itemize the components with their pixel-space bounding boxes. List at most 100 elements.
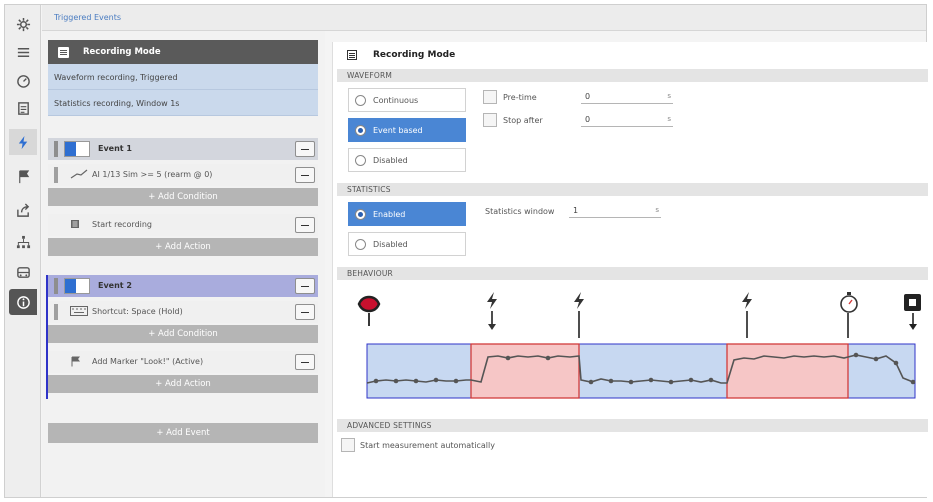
gauge-icon[interactable] [9,67,37,93]
drag-handle[interactable] [54,278,58,294]
events-panel: Recording Mode Waveform recording, Trigg… [42,31,325,497]
remove-action-button[interactable] [295,354,315,370]
pre-time-value: 0 [585,92,591,101]
option-label: Event based [373,126,423,135]
statistics-window-label: Statistics window [485,207,555,216]
statistics-window-input[interactable]: 1 s [569,206,661,218]
waveform-section-header: WAVEFORM [337,69,928,82]
flag-icon[interactable] [9,163,37,189]
statistics-section-header: STATISTICS [337,183,928,196]
trigger-bolt-1 [487,292,497,330]
behaviour-diagram [357,292,921,399]
keyboard-icon [70,306,88,319]
action-label: Start recording [92,220,153,229]
start-trigger-icon [357,295,381,326]
car-icon[interactable] [9,259,37,285]
add-action-button[interactable]: + Add Action [48,238,318,256]
remove-action-button[interactable] [295,217,315,233]
event-header[interactable]: Event 1 [48,138,318,160]
condition-label: AI 1/13 Sim >= 5 (rearm @ 0) [92,170,213,179]
list-icon[interactable] [9,39,37,65]
statistics-disabled-option[interactable]: Disabled [348,232,466,256]
radio-icon [355,95,366,106]
add-action-button[interactable]: + Add Action [48,375,318,393]
statistics-enabled-option[interactable]: Enabled [348,202,466,226]
event-title: Event 1 [98,144,132,153]
remove-condition-button[interactable] [295,304,315,320]
option-label: Disabled [373,156,408,165]
event-header[interactable]: Event 2 [48,275,318,297]
statistics-summary[interactable]: Statistics recording, Window 1s [48,90,318,116]
recording-mode-icon [347,50,357,60]
add-event-button[interactable]: + Add Event [48,423,318,443]
panel-title-text: Recording Mode [373,50,456,60]
info-icon[interactable] [9,289,37,315]
icon-rail [5,5,41,497]
stop-icon [904,294,921,330]
waveform-continuous-option[interactable]: Continuous [348,88,466,112]
export-icon[interactable] [9,197,37,223]
recording-icon [70,219,80,232]
statistics-window-unit: s [655,206,659,214]
add-condition-button[interactable]: + Add Condition [48,188,318,206]
stop-after-label: Stop after [503,116,543,125]
auto-start-label: Start measurement automatically [360,441,495,450]
action-label: Add Marker "Look!" (Active) [92,357,204,366]
trigger-bolt-3 [742,292,752,338]
drag-handle [54,304,58,320]
remove-event-button[interactable] [295,141,315,157]
statistics-window-value: 1 [573,206,579,215]
waveform-disabled-option[interactable]: Disabled [348,148,466,172]
advanced-settings-header: ADVANCED SETTINGS [337,419,928,432]
condition-row[interactable]: Shortcut: Space (Hold) [48,301,318,323]
recording-mode-header[interactable]: Recording Mode [48,40,318,64]
stop-after-unit: s [667,115,671,123]
add-condition-button[interactable]: + Add Condition [48,325,318,343]
event-title: Event 2 [98,281,132,290]
pre-time-unit: s [667,92,671,100]
action-row[interactable]: Start recording [48,214,318,236]
pre-time-label: Pre-time [503,93,537,102]
recording-mode-icon [58,46,69,58]
action-row[interactable]: Add Marker "Look!" (Active) [48,351,318,373]
recording-mode-panel: Recording Mode WAVEFORM Continuous Event… [332,42,928,497]
panel-title: Recording Mode [347,50,455,60]
recording-mode-title: Recording Mode [83,47,161,57]
stop-after-checkbox[interactable] [483,113,497,127]
option-label: Disabled [373,240,408,249]
stop-after-value: 0 [585,115,591,124]
flag-icon [70,356,80,370]
option-label: Enabled [373,210,406,219]
radio-icon [355,125,366,136]
waveform-summary[interactable]: Waveform recording, Triggered [48,64,318,90]
trigger-bolt-2 [574,292,584,338]
bolt-icon[interactable] [9,129,37,155]
gear-icon[interactable] [9,11,37,37]
condition-row[interactable]: AI 1/13 Sim >= 5 (rearm @ 0) [48,164,318,186]
radio-icon [355,239,366,250]
stop-after-input[interactable]: 0 s [581,115,673,127]
drag-handle [54,167,58,183]
event-toggle[interactable] [64,141,90,157]
pre-time-checkbox[interactable] [483,90,497,104]
document-icon[interactable] [9,95,37,121]
signal-icon [70,169,88,182]
condition-label: Shortcut: Space (Hold) [92,307,183,316]
option-label: Continuous [373,96,419,105]
remove-event-button[interactable] [295,278,315,294]
radio-icon [355,155,366,166]
recording-window-2 [726,343,849,399]
waveform-event-based-option[interactable]: Event based [348,118,466,142]
remove-condition-button[interactable] [295,167,315,183]
behaviour-section-header: BEHAVIOUR [337,267,928,280]
app-window: Triggered Events Recording Mode Waveform… [4,4,928,498]
network-icon[interactable] [9,229,37,255]
recording-window-1 [470,343,580,399]
pre-time-input[interactable]: 0 s [581,92,673,104]
stopwatch-icon [840,292,858,338]
radio-icon [355,209,366,220]
auto-start-checkbox[interactable] [341,438,355,452]
event-toggle[interactable] [64,278,90,294]
breadcrumb[interactable]: Triggered Events [42,5,926,31]
drag-handle[interactable] [54,141,58,157]
